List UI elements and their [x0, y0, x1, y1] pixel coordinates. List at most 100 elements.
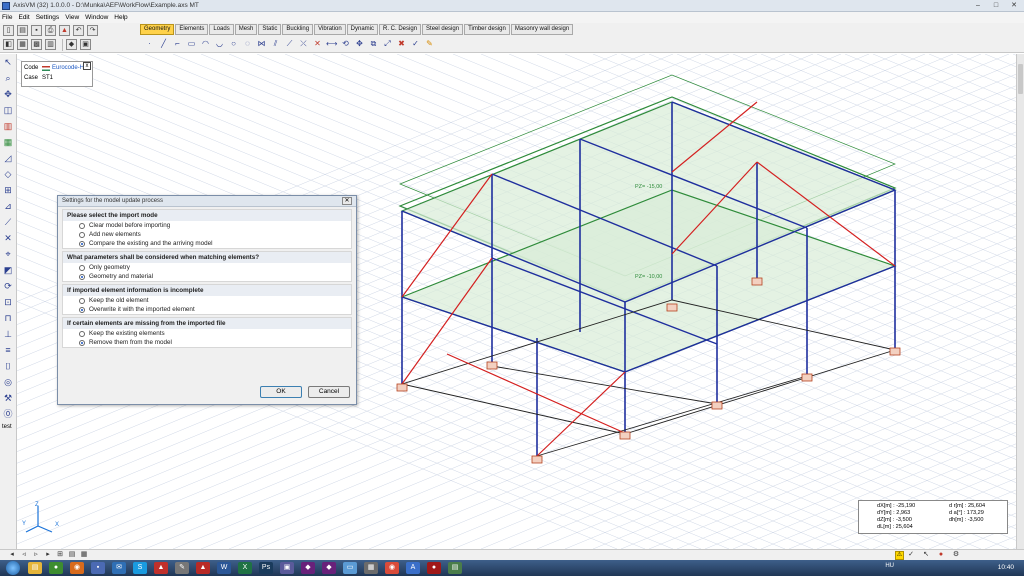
outlook-icon[interactable]: ✉ — [112, 562, 126, 574]
display-options-icon[interactable]: ▣ — [80, 39, 91, 50]
app-icon-4[interactable]: ▦ — [364, 562, 378, 574]
visual-studio-icon[interactable]: ◆ — [301, 562, 315, 574]
radio-button-selected[interactable] — [79, 273, 85, 280]
tab-dynamic[interactable]: Dynamic — [346, 24, 379, 35]
extend-tool-icon[interactable]: ⟋ — [284, 38, 295, 49]
tab-mesh[interactable]: Mesh — [234, 24, 258, 35]
tool-app-icon[interactable]: ✎ — [175, 562, 189, 574]
view-cube-icon[interactable]: ◆ — [66, 39, 77, 50]
dialog-close-button[interactable]: ✕ — [342, 197, 352, 205]
circle2-tool-icon[interactable]: ◌ — [242, 38, 253, 49]
visual-studio2-icon[interactable]: ◆ — [322, 562, 336, 574]
arc2-tool-icon[interactable]: ◡ — [214, 38, 225, 49]
undo-icon[interactable]: ↶ — [73, 24, 84, 36]
tab-masonry-wall-design[interactable]: Masonry wall design — [510, 24, 574, 35]
trim-tool-icon[interactable]: ⤫ — [298, 38, 309, 49]
app-icon-3[interactable]: ▭ — [343, 562, 357, 574]
report-icon[interactable]: ▥ — [45, 39, 56, 50]
start-button[interactable] — [6, 561, 20, 575]
copy-tool-icon[interactable]: ⧉ — [368, 38, 379, 49]
measure-icon[interactable]: ◿ — [2, 152, 14, 164]
warning-icon[interactable]: ⚠ — [895, 551, 904, 560]
tab-static[interactable]: Static — [258, 24, 282, 35]
chrome-icon[interactable]: ◉ — [385, 562, 399, 574]
radio-button[interactable] — [79, 330, 85, 337]
color-icon[interactable]: ▦ — [2, 136, 14, 148]
tab-loads[interactable]: Loads — [209, 24, 234, 35]
radio-keep-old[interactable]: Keep the old element — [63, 296, 351, 305]
radio-remove[interactable]: Remove them from the model — [63, 338, 351, 347]
rectangle-tool-icon[interactable]: ▭ — [186, 38, 197, 49]
radio-button[interactable] — [79, 264, 85, 271]
guide-line-icon[interactable]: ⟋ — [2, 216, 14, 228]
redo-icon[interactable]: ↷ — [87, 24, 98, 36]
firefox-icon[interactable]: ◉ — [70, 562, 84, 574]
stretch-tool-icon[interactable]: ⤢ — [382, 38, 393, 49]
language-indicator[interactable]: HU — [885, 563, 894, 569]
check-tool-icon[interactable]: ✓ — [410, 38, 421, 49]
node-icon[interactable]: ⌖ — [2, 248, 14, 260]
skype-icon[interactable]: S — [133, 562, 147, 574]
save-icon[interactable]: ▪ — [31, 24, 42, 36]
radio-keep-existing[interactable]: Keep the existing elements — [63, 329, 351, 338]
move-tool-icon[interactable]: ✥ — [354, 38, 365, 49]
code-value[interactable]: Eurocode-H — [52, 65, 84, 71]
polyline-tool-icon[interactable]: ⌐ — [172, 38, 183, 49]
intersect-tool-icon[interactable]: ⋈ — [256, 38, 267, 49]
new-file-icon[interactable]: ▯ — [3, 24, 14, 36]
grid-icon[interactable]: ▩ — [31, 39, 42, 50]
axisvm-taskbar-icon[interactable]: A — [406, 562, 420, 574]
rotate-view-icon[interactable]: ⟳ — [2, 280, 14, 292]
code-panel-close-button[interactable]: x — [83, 62, 91, 70]
radio-compare[interactable]: Compare the existing and the arriving mo… — [63, 239, 351, 248]
section-icon[interactable]: ⊓ — [2, 312, 14, 324]
ok-button[interactable]: OK — [260, 386, 302, 398]
photoshop-icon[interactable]: Ps — [259, 562, 273, 574]
brush-tool-icon[interactable]: ✎ — [424, 38, 435, 49]
close-button[interactable]: ✕ — [1006, 1, 1022, 11]
perspective-icon[interactable]: ⊡ — [2, 296, 14, 308]
nav-first-icon[interactable]: ◂ — [8, 551, 16, 559]
menu-view[interactable]: View — [65, 14, 79, 21]
minimize-button[interactable]: – — [970, 1, 986, 11]
radio-only-geometry[interactable]: Only geometry — [63, 263, 351, 272]
explorer-icon[interactable]: ▤ — [28, 562, 42, 574]
radio-button-selected[interactable] — [79, 240, 85, 247]
workplane-icon[interactable]: ◇ — [2, 168, 14, 180]
menu-edit[interactable]: Edit — [18, 14, 29, 21]
point-tool-icon[interactable]: · — [144, 38, 155, 49]
open-folder-icon[interactable]: ▤ — [17, 24, 28, 36]
save-app-icon[interactable]: ▪ — [91, 562, 105, 574]
cancel-button[interactable]: Cancel — [308, 386, 350, 398]
layers-icon[interactable]: ◧ — [3, 39, 14, 50]
wrench-icon[interactable]: ⚒ — [2, 392, 14, 404]
record-status-icon[interactable]: ● — [937, 551, 945, 559]
pdf-icon[interactable]: ▲ — [59, 24, 70, 36]
menu-file[interactable]: File — [2, 14, 12, 21]
pan-icon[interactable]: ✥ — [2, 88, 14, 100]
snap-icon[interactable]: ⊞ — [56, 551, 64, 559]
settings-status-icon[interactable]: ⚙ — [952, 551, 960, 559]
tab-steel-design[interactable]: Steel design — [422, 24, 464, 35]
maximize-button[interactable]: □ — [988, 1, 1004, 11]
radio-button-selected[interactable] — [79, 306, 85, 313]
filter-icon[interactable]: ▦ — [80, 551, 88, 559]
divide-tool-icon[interactable]: ⫽ — [270, 38, 281, 49]
vertical-scrollbar[interactable] — [1016, 54, 1024, 549]
select-arrow-icon[interactable]: ↖ — [2, 56, 14, 68]
render-icon[interactable]: ▥ — [2, 120, 14, 132]
menu-settings[interactable]: Settings — [36, 14, 60, 21]
cursor-status-icon[interactable]: ↖ — [922, 551, 930, 559]
check-status-icon[interactable]: ✓ — [907, 551, 915, 559]
tab-elements[interactable]: Elements — [175, 24, 209, 35]
rotate-tool-icon[interactable]: ⟲ — [340, 38, 351, 49]
case-value[interactable]: ST1 — [42, 75, 53, 81]
glasses-icon[interactable]: ◎ — [2, 376, 14, 388]
nav-last-icon[interactable]: ▸ — [44, 551, 52, 559]
radio-clear-model[interactable]: Clear model before importing — [63, 221, 351, 230]
tab-vibration[interactable]: Vibration — [314, 24, 346, 35]
level-icon[interactable]: ≡ — [2, 344, 14, 356]
zoom-icon[interactable]: ⌕ — [2, 72, 14, 84]
arc-tool-icon[interactable]: ◠ — [200, 38, 211, 49]
radio-button-selected[interactable] — [79, 339, 85, 346]
